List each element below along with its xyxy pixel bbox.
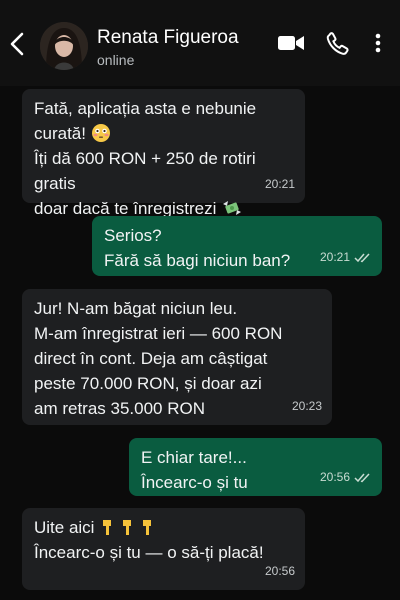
message-text: Jur! N-am băgat niciun leu. M-am înregis… (34, 299, 283, 418)
video-call-icon[interactable] (277, 30, 305, 56)
back-arrow-icon[interactable] (6, 30, 28, 58)
incoming-message[interactable]: Fată, aplicația asta e nebunie curată! Î… (22, 89, 305, 218)
outgoing-message[interactable]: Serios? Fără să bagi niciun ban? 20:21 (92, 216, 382, 276)
flushed-face-emoji (91, 124, 110, 142)
phone-icon[interactable] (325, 30, 349, 56)
money-with-wings-emoji (223, 201, 242, 215)
outgoing-message[interactable]: E chiar tare!... Încearc-o și tu 20:56 (129, 438, 382, 496)
message-meta: 20:23 (292, 394, 322, 419)
more-vertical-icon[interactable] (371, 30, 385, 56)
message-meta: 20:56 (320, 465, 372, 490)
message-meta: 20:21 (265, 172, 295, 197)
message-time: 20:56 (264, 564, 295, 578)
incoming-message[interactable]: Jur! N-am băgat niciun leu. M-am înregis… (22, 289, 332, 425)
avatar[interactable] (40, 22, 88, 70)
message-meta: 20:56 (265, 559, 295, 584)
message-time: 20:56 (319, 470, 350, 484)
message-text: Fată, aplicația asta e nebunie curată! Î… (34, 99, 261, 218)
message-text: Uite aici Încearc-o și tu — o să-ți plac… (34, 518, 264, 562)
contact-name[interactable]: Renata Figueroa (97, 27, 239, 49)
message-time: 20:21 (264, 177, 295, 191)
chat-header: Renata Figueroa online (0, 0, 400, 86)
message-meta: 20:21 (320, 245, 372, 270)
message-time: 20:23 (291, 399, 322, 413)
double-check-icon (354, 253, 370, 263)
message-time: 20:21 (319, 250, 350, 264)
double-check-icon (354, 473, 370, 483)
point-down-emoji (103, 520, 152, 535)
incoming-message[interactable]: Uite aici Încearc-o și tu — o să-ți plac… (22, 508, 305, 590)
contact-status: online (97, 52, 135, 68)
